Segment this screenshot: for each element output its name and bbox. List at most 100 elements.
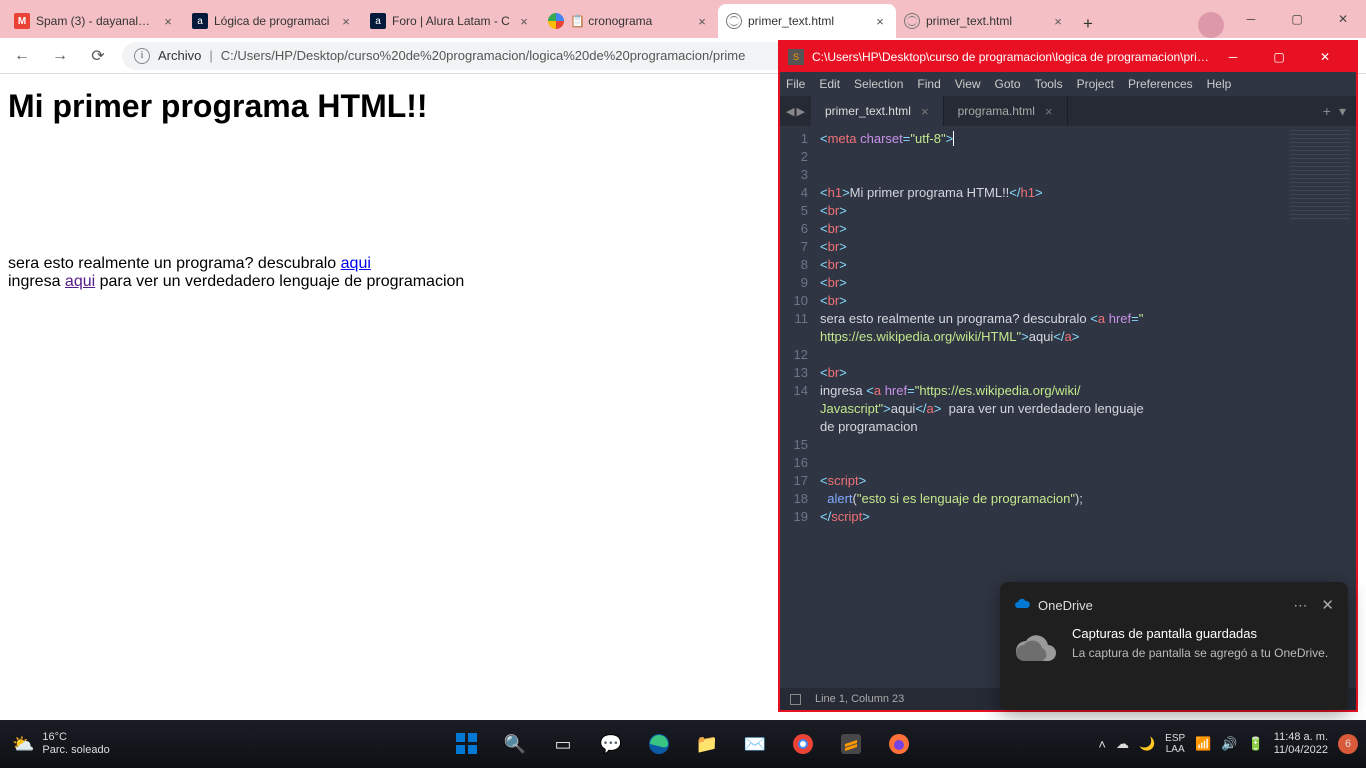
close-icon[interactable]: × — [338, 13, 354, 29]
sublime-tabs: ◀▶ primer_text.html × programa.html × + ▾ — [780, 96, 1356, 126]
link-aqui-1[interactable]: aqui — [341, 255, 371, 272]
text: ingresa — [8, 273, 65, 290]
tab-menu-icon[interactable]: ▾ — [1339, 103, 1346, 120]
url-scheme: Archivo — [158, 48, 201, 63]
info-icon: i — [134, 48, 150, 64]
battery-icon[interactable]: 🔋 — [1248, 736, 1264, 752]
minimize-button[interactable]: ─ — [1228, 0, 1274, 38]
tray-moon-icon[interactable]: 🌙 — [1139, 736, 1155, 752]
onedrive-toast: OneDrive ⋯ ✕ Capturas de pantalla guarda… — [1000, 582, 1348, 710]
tab-title: primer_text.html — [926, 14, 1044, 28]
maximize-button[interactable]: ▢ — [1274, 0, 1320, 38]
task-view-button[interactable]: ▭ — [543, 724, 583, 764]
gmail-icon — [14, 13, 30, 29]
chrome-icon[interactable] — [783, 724, 823, 764]
cloud-icon — [1014, 626, 1058, 670]
tab-title: primer_text.html — [748, 14, 866, 28]
close-icon[interactable]: × — [694, 13, 710, 29]
back-button[interactable]: ← — [8, 42, 36, 70]
mail-icon[interactable]: ✉️ — [735, 724, 775, 764]
weather-cond: Parc. soleado — [42, 744, 109, 757]
tab-label: programa.html — [958, 104, 1035, 118]
firefox-icon[interactable] — [879, 724, 919, 764]
menu-tools[interactable]: Tools — [1035, 77, 1063, 91]
tab-title: Lógica de programaci — [214, 14, 332, 28]
browser-tab-primer-active[interactable]: primer_text.html × — [718, 4, 896, 38]
volume-icon[interactable]: 🔊 — [1221, 736, 1237, 752]
text: para ver un verdedadero lenguaje de prog… — [95, 273, 464, 290]
link-aqui-2[interactable]: aqui — [65, 273, 95, 290]
close-icon[interactable]: × — [921, 104, 929, 119]
sublime-icon: S — [788, 49, 804, 65]
toast-title: Capturas de pantalla guardadas — [1072, 626, 1328, 641]
close-icon[interactable]: × — [872, 13, 888, 29]
taskbar-center: 🔍 ▭ 💬 📁 ✉️ — [447, 724, 919, 764]
tab-next-icon[interactable]: ▶ — [796, 105, 804, 118]
profile-avatar[interactable] — [1198, 12, 1224, 38]
tab-prev-icon[interactable]: ◀ — [786, 105, 794, 118]
tab-title: Foro | Alura Latam - C — [392, 14, 510, 28]
text: sera esto realmente un programa? descubr… — [8, 255, 341, 272]
wifi-icon[interactable]: 📶 — [1195, 736, 1211, 752]
forward-button[interactable]: → — [46, 42, 74, 70]
chrome-tab-strip: Spam (3) - dayanaleon × a Lógica de prog… — [0, 0, 1366, 38]
close-icon[interactable]: × — [516, 13, 532, 29]
browser-tab-alura2[interactable]: a Foro | Alura Latam - C × — [362, 4, 540, 38]
search-button[interactable]: 🔍 — [495, 724, 535, 764]
globe-icon — [726, 13, 742, 29]
menu-goto[interactable]: Goto — [995, 77, 1021, 91]
close-button[interactable]: ✕ — [1302, 42, 1348, 72]
sublime-taskbar-icon[interactable] — [831, 724, 871, 764]
tray-chevron-icon[interactable]: ˄ — [1098, 737, 1106, 752]
cursor-position: Line 1, Column 23 — [815, 693, 904, 705]
toast-description: La captura de pantalla se agregó a tu On… — [1072, 645, 1328, 661]
clock[interactable]: 11:48 a. m.11/04/2022 — [1274, 731, 1328, 757]
new-file-icon[interactable]: + — [1323, 103, 1331, 120]
menu-project[interactable]: Project — [1077, 77, 1114, 91]
chat-icon[interactable]: 💬 — [591, 724, 631, 764]
globe-icon — [904, 13, 920, 29]
editor-tab-programa[interactable]: programa.html × — [944, 96, 1068, 126]
url-path: C:/Users/HP/Desktop/curso%20de%20program… — [221, 48, 746, 63]
weather-icon: ⛅ — [12, 734, 34, 755]
browser-tab-primer2[interactable]: primer_text.html × — [896, 4, 1074, 38]
tab-title: 📋 cronograma — [570, 14, 688, 28]
weather-temp: 16°C — [42, 731, 109, 744]
menu-help[interactable]: Help — [1207, 77, 1232, 91]
panel-toggle-icon[interactable] — [790, 694, 801, 705]
close-button[interactable]: ✕ — [1320, 0, 1366, 38]
browser-tab-gmail[interactable]: Spam (3) - dayanaleon × — [6, 4, 184, 38]
explorer-icon[interactable]: 📁 — [687, 724, 727, 764]
close-icon[interactable]: ✕ — [1321, 596, 1334, 614]
close-icon[interactable]: × — [1045, 104, 1053, 119]
editor-tab-primer[interactable]: primer_text.html × — [811, 96, 944, 126]
browser-tab-alura1[interactable]: a Lógica de programaci × — [184, 4, 362, 38]
minimap[interactable] — [1286, 126, 1356, 236]
browser-tab-cronograma[interactable]: 📋 cronograma × — [540, 4, 718, 38]
menu-file[interactable]: File — [786, 77, 805, 91]
menu-preferences[interactable]: Preferences — [1128, 77, 1193, 91]
gcal-icon — [548, 13, 564, 29]
tab-title: Spam (3) - dayanaleon — [36, 14, 154, 28]
tab-label: primer_text.html — [825, 104, 911, 118]
maximize-button[interactable]: ▢ — [1256, 42, 1302, 72]
notification-badge[interactable]: 6 — [1338, 734, 1358, 754]
menu-edit[interactable]: Edit — [819, 77, 840, 91]
language-indicator[interactable]: ESPLAA — [1165, 733, 1185, 755]
more-icon[interactable]: ⋯ — [1293, 597, 1307, 614]
new-tab-button[interactable]: + — [1074, 10, 1102, 38]
start-button[interactable] — [447, 724, 487, 764]
menu-selection[interactable]: Selection — [854, 77, 903, 91]
reload-button[interactable]: ⟳ — [84, 42, 112, 70]
menu-view[interactable]: View — [955, 77, 981, 91]
minimize-button[interactable]: ─ — [1210, 42, 1256, 72]
tray-onedrive-icon[interactable]: ☁ — [1116, 736, 1129, 752]
weather-widget[interactable]: ⛅ 16°C Parc. soleado — [0, 731, 122, 757]
menu-find[interactable]: Find — [917, 77, 940, 91]
edge-icon[interactable] — [639, 724, 679, 764]
url-separator: | — [209, 48, 212, 63]
close-icon[interactable]: × — [160, 13, 176, 29]
sublime-titlebar[interactable]: S C:\Users\HP\Desktop\curso de programac… — [780, 42, 1356, 72]
close-icon[interactable]: × — [1050, 13, 1066, 29]
alura-icon: a — [192, 13, 208, 29]
